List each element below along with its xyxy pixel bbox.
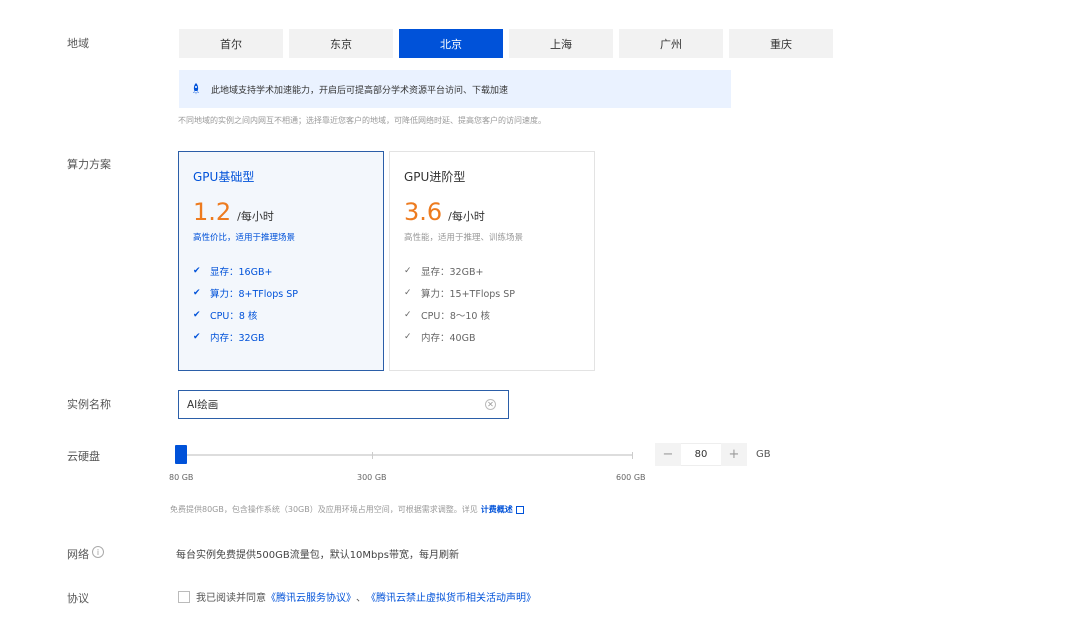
slider-tick: [632, 452, 633, 459]
agreement-row: 我已阅读并同意 《腾讯云服务协议》 、 《腾讯云禁止虚拟货币相关活动声明》: [178, 589, 536, 604]
spec-item: ✓ CPU：8～10 核: [404, 310, 490, 322]
instance-name-input[interactable]: [179, 391, 469, 418]
slider-max-label: 600 GB: [616, 473, 646, 482]
region-tab-beijing[interactable]: 北京: [399, 29, 503, 58]
notice-text: 此地域支持学术加速能力，开启后可提高部分学术资源平台访问、下载加速: [211, 85, 509, 96]
plan-price-unit: /每小时: [237, 210, 274, 223]
rocket-icon: [191, 83, 201, 95]
spec-item: ✓ 显存：32GB+: [404, 266, 484, 278]
region-tab-chongqing[interactable]: 重庆: [729, 29, 833, 58]
plan-card-gpu-basic[interactable]: GPU基础型 1.2 /每小时 高性价比，适用于推理场景 ✔ 显存：16GB+ ✔…: [178, 151, 384, 371]
check-icon: ✔: [193, 266, 201, 276]
check-icon: ✓: [404, 288, 412, 298]
plan-description: 高性能，适用于推理、训练场景: [404, 233, 524, 243]
region-hint: 不同地域的实例之间内网互不相通；选择靠近您客户的地域，可降低网络时延、提高您客户…: [178, 116, 546, 125]
plan-name: GPU进阶型: [404, 170, 466, 184]
increase-button[interactable]: +: [721, 443, 747, 466]
check-icon: ✔: [193, 288, 201, 298]
region-tab-seoul[interactable]: 首尔: [179, 29, 283, 58]
check-icon: ✔: [193, 310, 201, 320]
plan-price: 1.2: [193, 198, 232, 226]
virtual-currency-statement-link[interactable]: 《腾讯云禁止虚拟货币相关活动声明》: [366, 589, 536, 604]
spec-item: ✓ 内存：40GB: [404, 332, 476, 344]
disk-size-stepper: − 80 +: [655, 443, 747, 466]
plan-price: 3.6: [404, 198, 443, 226]
billing-overview-link[interactable]: 计费概述: [481, 504, 513, 515]
service-agreement-link[interactable]: 《腾讯云服务协议》: [266, 589, 356, 604]
spec-item: ✔ 内存：32GB: [193, 332, 265, 344]
check-icon: ✓: [404, 310, 412, 320]
decrease-button[interactable]: −: [655, 443, 681, 466]
disk-slider-handle[interactable]: [175, 445, 187, 464]
disk-unit: GB: [756, 449, 771, 460]
slider-tick: [372, 452, 373, 459]
slider-min-label: 80 GB: [169, 473, 194, 482]
disk-hint: 免费提供80GB，包含操作系统（30GB）及应用环境占用空间，可根据需求调整。详…: [170, 504, 524, 515]
check-icon: ✔: [193, 332, 201, 342]
region-tabs: 首尔 东京 北京 上海 广州 重庆: [179, 29, 833, 58]
region-label: 地域: [67, 37, 89, 50]
agreement-prefix: 我已阅读并同意: [196, 593, 266, 604]
plan-name: GPU基础型: [193, 170, 255, 184]
academic-acceleration-notice: 此地域支持学术加速能力，开启后可提高部分学术资源平台访问、下载加速: [179, 70, 731, 108]
network-description: 每台实例免费提供500GB流量包，默认10Mbps带宽，每月刷新: [176, 550, 459, 561]
info-icon[interactable]: i: [92, 546, 104, 558]
plan-spec-list: ✓ 显存：32GB+ ✓ 算力：15+TFlops SP ✓ CPU：8～10 核 ✓…: [404, 260, 580, 348]
agreement-label: 协议: [67, 592, 89, 605]
instance-name-label: 实例名称: [67, 398, 111, 411]
region-tab-guangzhou[interactable]: 广州: [619, 29, 723, 58]
check-icon: ✓: [404, 266, 412, 276]
spec-item: ✓ 算力：15+TFlops SP: [404, 288, 516, 300]
agreement-separator: 、: [356, 593, 366, 604]
disk-hint-text: 免费提供80GB，包含操作系统（30GB）及应用环境占用空间，可根据需求调整。详…: [170, 505, 478, 514]
disk-slider-track[interactable]: [178, 454, 633, 456]
plan-spec-list: ✔ 显存：16GB+ ✔ 算力：8+TFlops SP ✔ CPU：8 核 ✔ 内存：3…: [193, 260, 369, 348]
spec-item: ✔ CPU：8 核: [193, 310, 258, 322]
spec-item: ✔ 算力：8+TFlops SP: [193, 288, 298, 300]
check-icon: ✓: [404, 332, 412, 342]
agreement-checkbox[interactable]: [178, 590, 190, 603]
spec-item: ✔ 显存：16GB+: [193, 266, 273, 278]
plan-label: 算力方案: [67, 158, 111, 171]
slider-mid-label: 300 GB: [357, 473, 387, 482]
instance-name-field: ✕: [178, 390, 509, 419]
network-label: 网络: [67, 548, 89, 561]
plan-card-gpu-advanced[interactable]: GPU进阶型 3.6 /每小时 高性能，适用于推理、训练场景 ✓ 显存：32GB+…: [389, 151, 595, 371]
plan-price-unit: /每小时: [448, 210, 485, 223]
clear-icon[interactable]: ✕: [485, 399, 496, 410]
plan-description: 高性价比，适用于推理场景: [193, 233, 296, 243]
region-tab-shanghai[interactable]: 上海: [509, 29, 613, 58]
region-tab-tokyo[interactable]: 东京: [289, 29, 393, 58]
external-link-icon[interactable]: [515, 505, 524, 514]
disk-label: 云硬盘: [67, 450, 100, 463]
disk-size-value[interactable]: 80: [681, 443, 721, 466]
